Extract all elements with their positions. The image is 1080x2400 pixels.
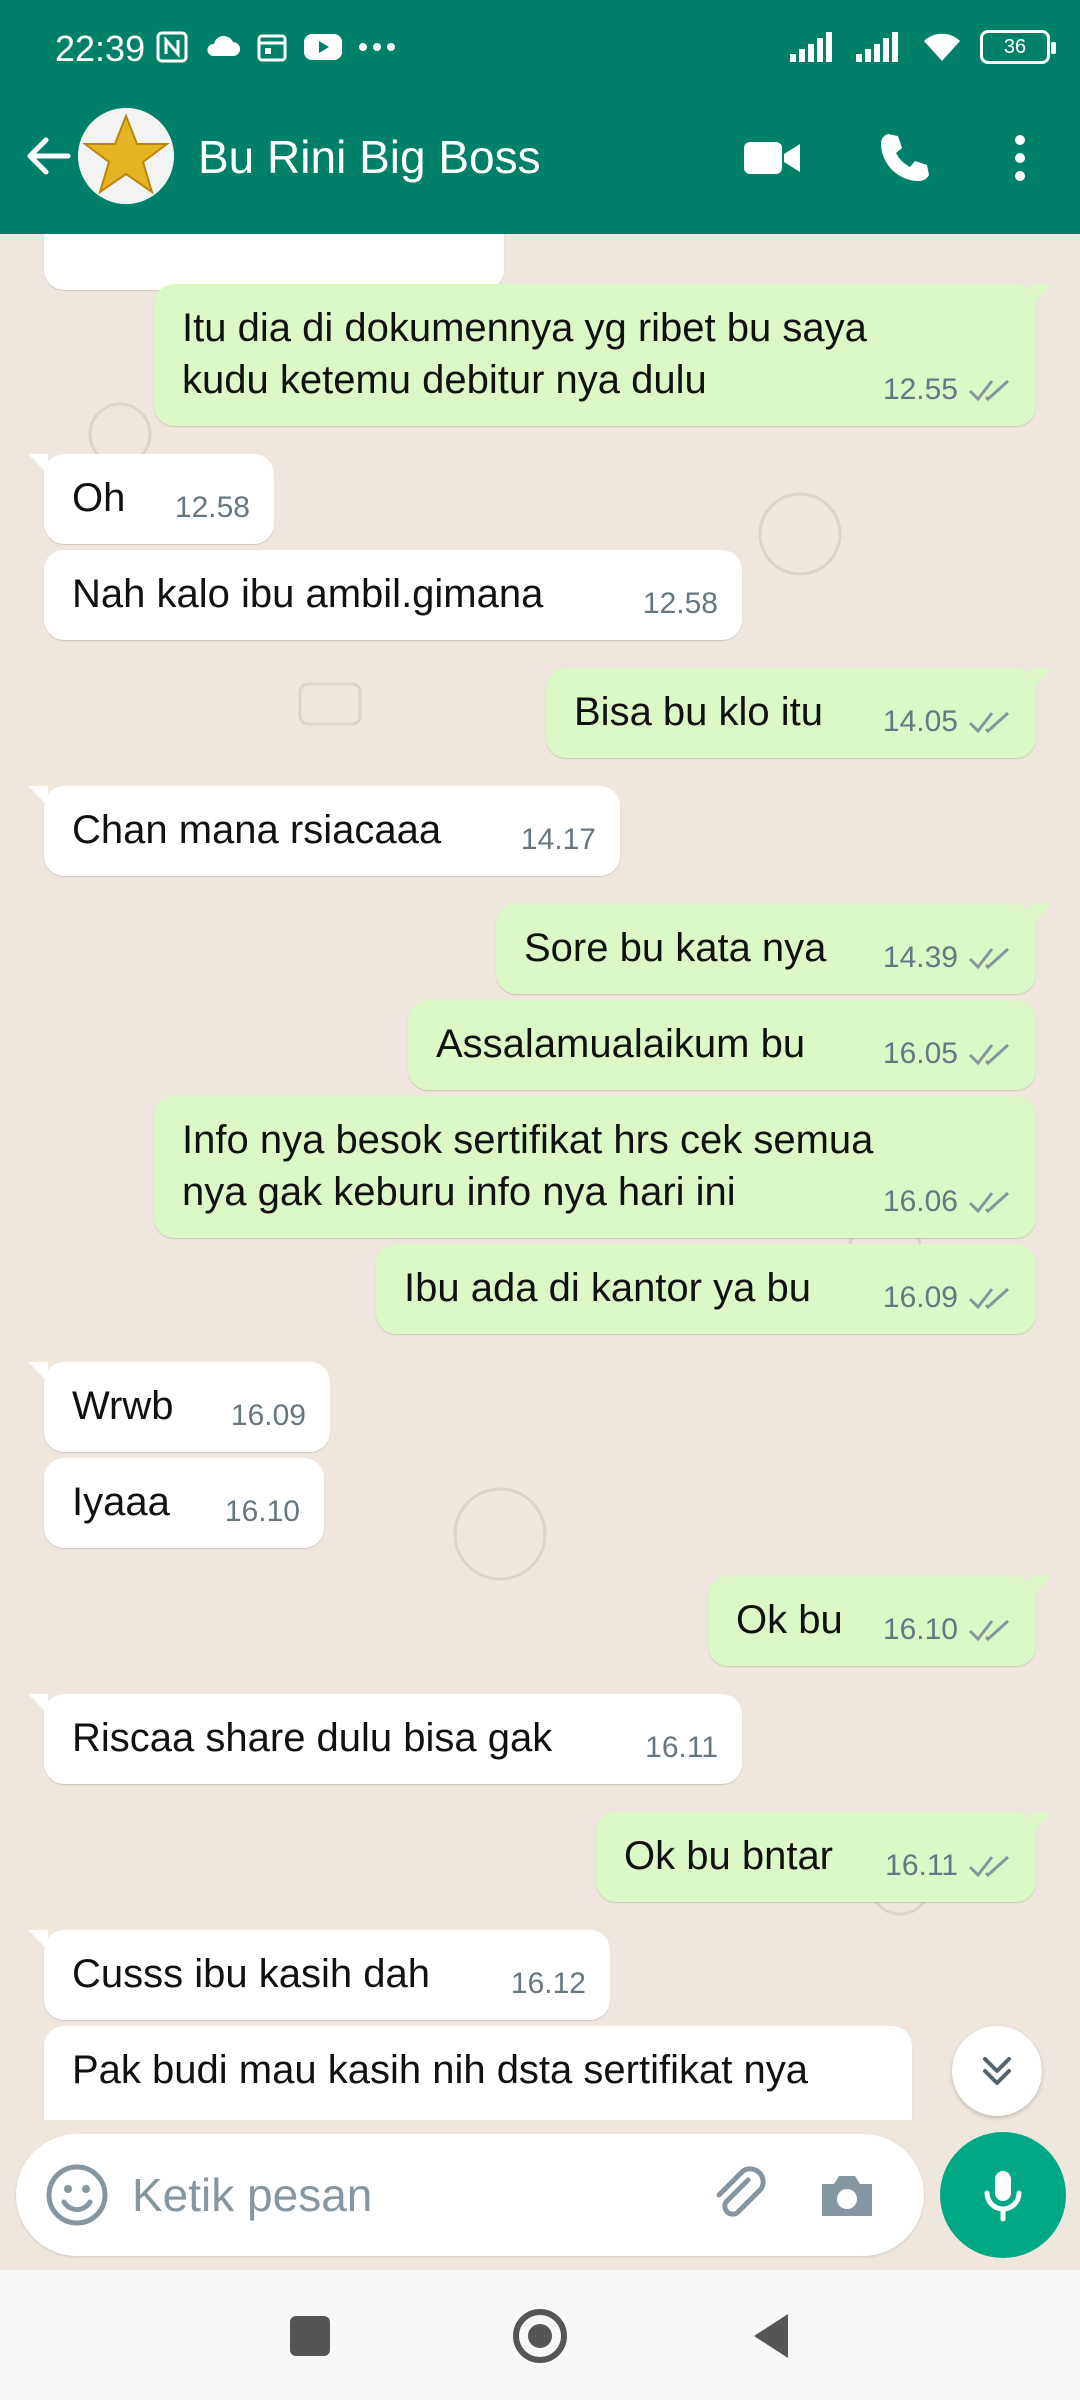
message-bubble-in[interactable]: Chan mana rsiacaaa 14.17 [28, 786, 620, 876]
back-arrow-icon[interactable] [18, 126, 78, 186]
more-notifications-icon [359, 43, 395, 51]
message-time: 16.09 [230, 1399, 306, 1432]
message-text: Ok bu bntar [624, 1834, 834, 1878]
read-ticks-icon [968, 1191, 1010, 1214]
message-composer: Ketik pesan [16, 2134, 924, 2256]
video-call-icon[interactable] [740, 126, 804, 190]
message-bubble-out[interactable]: Itu dia di dokumennya yg ribet bu saya k… [154, 284, 1052, 426]
message-bubble-partial[interactable] [44, 234, 504, 290]
read-ticks-icon [968, 1287, 1010, 1310]
battery-indicator: 36 [980, 30, 1056, 64]
message-bubble-in[interactable]: Wrwb 16.09 [28, 1362, 330, 1452]
read-ticks-icon [968, 1619, 1010, 1642]
message-time: 16.10 [224, 1495, 300, 1528]
status-time: 22:39 [55, 28, 146, 69]
calendar-icon [257, 34, 287, 62]
message-time: 16.12 [510, 1967, 586, 2000]
contact-avatar[interactable] [78, 108, 174, 204]
message-bubble-in[interactable]: Oh 12.58 [28, 454, 274, 544]
message-bubble-in[interactable]: Nah kalo ibu ambil.gimana 12.58 [44, 550, 742, 640]
back-triangle-icon[interactable] [742, 2306, 802, 2366]
message-time: 14.39 [882, 941, 958, 974]
home-circle-icon[interactable] [510, 2306, 570, 2366]
read-ticks-icon [968, 1043, 1010, 1066]
message-time: 16.11 [885, 1849, 958, 1882]
message-text: Nah kalo ibu ambil.gimana [72, 572, 544, 616]
message-time: 16.11 [645, 1731, 718, 1764]
read-ticks-icon [968, 711, 1010, 734]
message-time: 14.05 [882, 705, 958, 738]
message-text: Ibu ada di kantor ya bu [404, 1266, 811, 1310]
menu-dots-icon[interactable] [988, 126, 1052, 190]
nfc-icon [156, 31, 188, 63]
message-text: Wrwb [72, 1384, 174, 1428]
message-text: Sore bu kata nya [524, 926, 827, 970]
message-bubble-out[interactable]: Bisa bu klo itu 14.05 [546, 668, 1052, 758]
wifi-icon [924, 33, 960, 61]
read-ticks-icon [968, 379, 1010, 402]
message-text: Oh [72, 476, 126, 520]
microphone-icon [984, 2171, 1022, 2222]
chat-messages[interactable]: Itu dia di dokumennya yg ribet bu saya k… [0, 234, 1080, 2120]
message-bubble-out[interactable]: Info nya besok sertifikat hrs cek semua … [154, 1096, 1036, 1238]
message-time: 16.05 [882, 1037, 958, 1070]
message-input[interactable]: Ketik pesan [132, 2168, 372, 2222]
message-text: Bisa bu klo itu [574, 690, 824, 734]
message-bubble-in[interactable]: Iyaaa 16.10 [44, 1458, 324, 1548]
signal-icon-1 [790, 32, 832, 62]
message-text: Iyaaa [72, 1480, 170, 1524]
message-time: 16.09 [882, 1281, 958, 1314]
message-time: 12.58 [642, 587, 718, 620]
message-text: Info nya besok sertifikat hrs cek semua [182, 1118, 874, 1162]
message-text: Cusss ibu kasih dah [72, 1952, 430, 1996]
voice-call-icon[interactable] [872, 126, 936, 190]
message-text: Pak budi mau kasih nih dsta sertifikat n… [72, 2048, 808, 2092]
message-bubble-out[interactable]: Ibu ada di kantor ya bu 16.09 [376, 1244, 1036, 1334]
message-text: Itu dia di dokumennya yg ribet bu saya [182, 306, 867, 350]
message-bubble-in[interactable]: Riscaa share dulu bisa gak 16.11 [28, 1694, 742, 1784]
message-time: 14.17 [520, 823, 596, 856]
attach-icon[interactable] [706, 2162, 772, 2228]
status-system-icons: 36 [790, 30, 1056, 64]
scroll-to-bottom-button[interactable] [952, 2026, 1042, 2116]
message-bubble-out[interactable]: Ok bu 16.10 [708, 1576, 1052, 1666]
recents-square-icon[interactable] [280, 2306, 340, 2366]
voice-record-button[interactable] [940, 2132, 1066, 2258]
read-ticks-icon [968, 1855, 1010, 1878]
message-text: Riscaa share dulu bisa gak [72, 1716, 553, 1760]
emoji-icon[interactable] [44, 2162, 110, 2228]
status-bar: 22:39 36 [0, 0, 1080, 96]
star-avatar-icon [78, 108, 174, 204]
cloud-icon [207, 35, 240, 56]
signal-icon-2 [856, 32, 898, 62]
system-nav-bar [0, 2270, 1080, 2400]
message-time: 12.55 [882, 373, 958, 406]
status-notification-icons [155, 30, 397, 64]
message-time: 16.10 [882, 1613, 958, 1646]
message-bubble-out[interactable]: Sore bu kata nya 14.39 [496, 904, 1052, 994]
camera-icon[interactable] [814, 2162, 880, 2228]
message-text: Ok bu [736, 1598, 843, 1642]
message-bubble-in[interactable]: Pak budi mau kasih nih dsta sertifikat n… [44, 2026, 912, 2120]
chat-header: Bu Rini Big Boss [0, 96, 1080, 234]
message-bubble-out[interactable]: Assalamualaikum bu 16.05 [408, 1000, 1036, 1090]
read-ticks-icon [968, 947, 1010, 970]
contact-name[interactable]: Bu Rini Big Boss [198, 130, 541, 184]
message-bubble-in[interactable]: Cusss ibu kasih dah 16.12 [28, 1930, 610, 2020]
message-time: 16.06 [882, 1185, 958, 1218]
message-text: Assalamualaikum bu [436, 1022, 806, 1066]
message-time: 12.58 [174, 491, 250, 524]
message-text: Chan mana rsiacaaa [72, 808, 442, 852]
double-chevron-down-icon [983, 2057, 1011, 2085]
youtube-icon [304, 34, 342, 60]
message-bubble-out[interactable]: Ok bu bntar 16.11 [596, 1812, 1052, 1902]
